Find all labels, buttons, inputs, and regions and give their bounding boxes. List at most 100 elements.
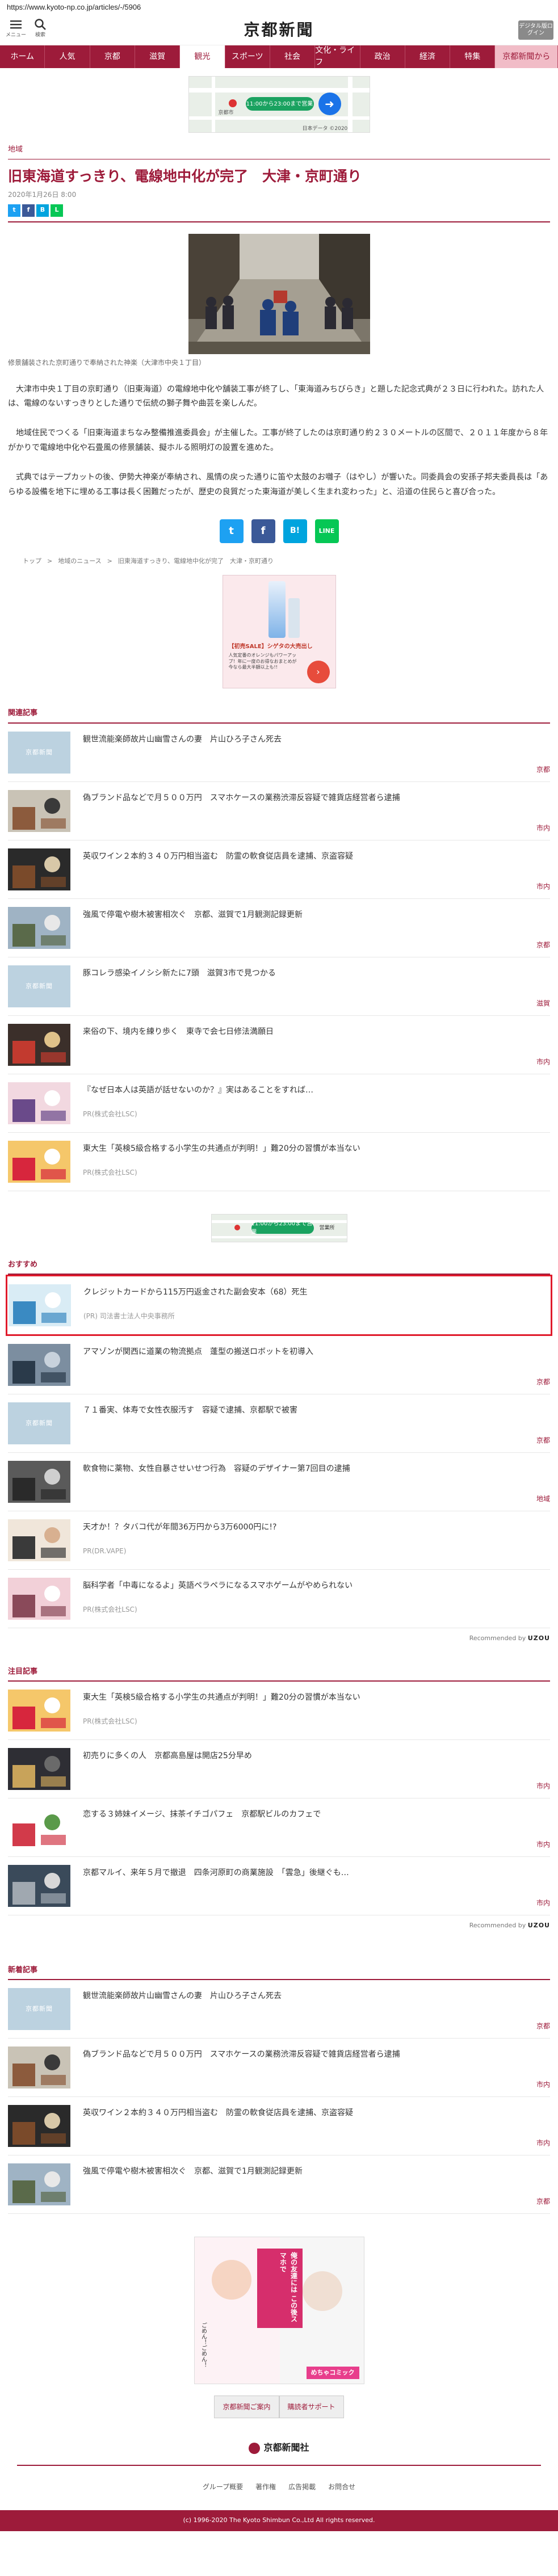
article-thumbnail[interactable] [8, 789, 70, 832]
article-thumbnail[interactable] [8, 1806, 70, 1849]
breadcrumb-region[interactable]: 地域のニュース [58, 557, 101, 566]
product-ad[interactable]: 【初売SALE】シゲタの大売出し 人気定番のオレンジもパワーアップ！年に一度のお… [222, 575, 336, 689]
article-link-title[interactable]: 初売りに多くの人 京都高島屋は開店25分早め [83, 1748, 252, 1762]
list-item[interactable]: 『なぜ日本人は英語が話せないのか？』実はあることをすれば… PR(株式会社LSC) [8, 1074, 550, 1133]
article-thumbnail[interactable] [8, 1344, 70, 1386]
article-thumbnail[interactable] [8, 848, 70, 890]
article-link-title[interactable]: 東大生「英検5級合格する小学生の共通点が判明！」難20分の習慣が本当ない [83, 1690, 360, 1704]
twitter-share-button[interactable]: t [219, 519, 244, 543]
line-share-button[interactable]: LINE [314, 519, 339, 543]
region-tag[interactable]: 市内 [536, 1781, 550, 1791]
support-button[interactable]: 購読者サポート [279, 2396, 344, 2419]
list-item[interactable]: 来俗の下、境内を練り歩く 東寺で会七日修法満願日 市内 [8, 1016, 550, 1074]
nav-item[interactable]: ホーム [0, 45, 45, 68]
region-tag[interactable]: 市内 [536, 823, 550, 833]
region-tag[interactable]: 京都 [536, 1435, 550, 1445]
article-thumbnail[interactable] [8, 2046, 70, 2089]
article-link-title[interactable]: 観世流能楽師故片山幽雪さんの妻 片山ひろ子さん死去 [83, 1988, 282, 2002]
nav-item[interactable]: 京都新聞から [495, 45, 558, 68]
region-tag[interactable]: 京都 [536, 1377, 550, 1387]
list-item[interactable]: 初売りに多くの人 京都高島屋は開店25分早め市内 [8, 1740, 550, 1799]
article-link-title[interactable]: アマゾンが関西に道業の物流拠点 蓬型の搬送ロボットを初導入 [83, 1344, 313, 1358]
list-item[interactable]: 強風で停電や樹木被害相次ぐ 京都、滋賀で1月観測記録更新 京都 [8, 2155, 550, 2214]
list-item[interactable]: 京都新聞 観世流能楽師故片山幽雪さんの妻 片山ひろ子さん死去 京都 [8, 1980, 550, 2039]
region-tag[interactable]: 京都 [536, 940, 550, 950]
article-thumbnail[interactable] [8, 2105, 70, 2148]
region-tag[interactable]: 市内 [536, 881, 550, 892]
article-link-title[interactable]: 豚コレラ感染イノシシ新たに7頭 滋賀3市で見つかる [83, 965, 276, 980]
twitter-share-icon[interactable]: t [8, 204, 20, 217]
footer-link[interactable]: 広告掲載 [288, 2482, 316, 2492]
menu-button[interactable]: メニュー [6, 17, 26, 40]
hatena-share-icon[interactable]: B [36, 204, 49, 217]
article-link-title[interactable]: 軟食物に薬物、女性自暴させいせつ行為 容疑のデザイナー第7回目の逮捕 [83, 1461, 350, 1475]
article-photo[interactable] [188, 233, 370, 354]
region-tag[interactable]: 京都 [536, 764, 550, 775]
article-thumbnail[interactable] [8, 906, 70, 949]
article-link-title[interactable]: 強風で停電や樹木被害相次ぐ 京都、滋賀で1月観測記録更新 [83, 907, 303, 921]
article-thumbnail[interactable] [8, 1082, 70, 1124]
article-link-title[interactable]: 英収ワイン２本約３４０万円相当盗む 防霊の軟食従店員を逮捕、京盗容疑 [83, 848, 353, 863]
recommended-by[interactable]: Recommended by UZOU [8, 1921, 550, 1931]
article-thumbnail[interactable] [8, 1690, 70, 1732]
nav-item[interactable]: 経済 [405, 45, 451, 68]
nav-item[interactable]: 文化・ライフ [315, 45, 360, 68]
region-tag[interactable]: 市内 [536, 1898, 550, 1908]
list-item[interactable]: 強風で停電や樹木被害相次ぐ 京都、滋賀で1月観測記録更新京都 [8, 899, 550, 957]
region-tag[interactable]: 市内 [536, 1057, 550, 1067]
footer-logo[interactable]: 京都新聞社 [0, 2441, 558, 2455]
article-link-title[interactable]: 京都マルイ、来年５月で撤退 四条河原町の商業施設 「雲急」後継ぐも… [83, 1865, 349, 1879]
article-link-title[interactable]: 強風で停電や樹木被害相次ぐ 京都、滋賀で1月観測記録更新 [83, 2163, 303, 2178]
digital-login-button[interactable]: デジタル版ログイン [518, 20, 553, 40]
map-ad-small[interactable]: 11:00から23:00まで営業 営業所 [211, 1213, 347, 1242]
nav-item[interactable]: 京都 [90, 45, 135, 68]
list-item[interactable]: 偽ブランド品などで月５００万円 スマホケースの業務渋滞反容疑で雑貨店経営者ら逮捕… [8, 2039, 550, 2098]
article-thumbnail[interactable] [8, 1578, 70, 1620]
site-logo[interactable]: 京都新聞 [244, 18, 314, 42]
line-share-icon[interactable]: L [51, 204, 63, 217]
article-thumbnail[interactable] [8, 1865, 70, 1907]
nav-item[interactable]: 特集 [450, 45, 496, 68]
comic-ad[interactable]: 俺の友達には この後スマホで ごめん！ごめん！ めちゃコミック [194, 2237, 364, 2385]
list-item[interactable]: 偽ブランド品などで月５００万円 スマホケースの業務渋滞反容疑で雑貨店経営者ら逮捕… [8, 782, 550, 841]
directions-icon[interactable]: ➜ [318, 93, 341, 115]
nav-item[interactable]: 観光 [180, 45, 225, 68]
map-ad[interactable]: 京都市 11:00から23:00まで営業 ➜ 日本データ ©2020 [188, 76, 370, 133]
article-thumbnail[interactable]: 京都新聞 [8, 1402, 70, 1445]
footer-link[interactable]: お問合せ [328, 2482, 355, 2492]
article-thumbnail[interactable] [8, 1519, 70, 1562]
article-link-title[interactable]: 観世流能楽師故片山幽雪さんの妻 片山ひろ子さん死去 [83, 732, 282, 746]
region-tag[interactable]: 市内 [536, 2079, 550, 2090]
article-thumbnail[interactable] [8, 1023, 70, 1066]
ad-arrow-icon[interactable]: › [307, 661, 330, 684]
region-tag[interactable]: 京都 [536, 2021, 550, 2031]
article-thumbnail[interactable]: 京都新聞 [8, 965, 70, 1007]
list-item[interactable]: アマゾンが関西に道業の物流拠点 蓬型の搬送ロボットを初導入京都 [8, 1336, 550, 1395]
article-thumbnail[interactable]: 京都新聞 [8, 731, 70, 774]
article-link-title[interactable]: 脳科学者「中毒になるよ」英語ペラペラになるスマホゲームがやめられない [83, 1578, 353, 1592]
list-item[interactable]: 東大生「英検5級合格する小学生の共通点が判明！」難20分の習慣が本当ない PR(株… [8, 1133, 550, 1191]
list-item[interactable]: 京都新聞 観世流能楽師故片山幽雪さんの妻 片山ひろ子さん死去京都 [8, 724, 550, 782]
footer-link[interactable]: グループ概要 [203, 2482, 243, 2492]
article-link-title[interactable]: 天才か！？タバコ代が年間36万円から3万6000円に!? [83, 1519, 276, 1533]
article-link-title[interactable]: 偽ブランド品などで月５００万円 スマホケースの業務渋滞反容疑で雑貨店経営者ら逮捕 [83, 790, 400, 804]
list-item[interactable]: 英収ワイン２本約３４０万円相当盗む 防霊の軟食従店員を逮捕、京盗容疑市内 [8, 841, 550, 899]
list-item[interactable]: 東大生「英検5級合格する小学生の共通点が判明！」難20分の習慣が本当ない PR(株… [8, 1682, 550, 1741]
nav-item[interactable]: 社会 [270, 45, 316, 68]
region-tag[interactable]: 市内 [536, 2138, 550, 2148]
nav-item[interactable]: 政治 [360, 45, 405, 68]
article-link-title[interactable]: ７１番実、体寿で女性衣服汚す 容疑で逮捕、京都駅で被害 [83, 1402, 297, 1417]
article-thumbnail[interactable] [8, 1461, 70, 1503]
article-link-title[interactable]: クレジットカードから115万円返金された副会安本（68）死生 [83, 1284, 308, 1298]
nav-item[interactable]: スポーツ [225, 45, 270, 68]
nav-item[interactable]: 人気 [45, 45, 90, 68]
guide-button[interactable]: 京都新聞ご案内 [214, 2396, 279, 2419]
article-thumbnail[interactable] [8, 1748, 70, 1791]
article-link-title[interactable]: 恋する３姉妹イメージ、抹茶イチゴパフェ 京都駅ビルのカフェで [83, 1806, 321, 1821]
list-item[interactable]: 京都マルイ、来年５月で撤退 四条河原町の商業施設 「雲急」後継ぐも… 市内 [8, 1857, 550, 1916]
region-tag[interactable]: 地域 [536, 1494, 550, 1504]
nav-item[interactable]: 滋賀 [135, 45, 181, 68]
article-link-title[interactable]: 『なぜ日本人は英語が話せないのか？』実はあることをすれば… [83, 1082, 313, 1096]
facebook-share-icon[interactable]: f [22, 204, 35, 217]
region-tag[interactable]: 市内 [536, 1839, 550, 1850]
